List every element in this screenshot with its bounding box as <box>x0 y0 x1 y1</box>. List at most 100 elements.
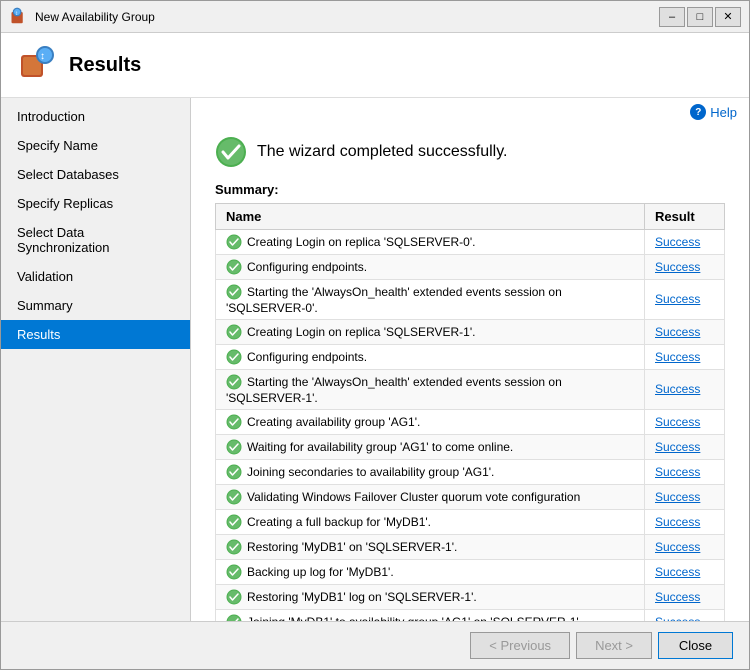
next-button[interactable]: Next > <box>576 632 652 659</box>
window-icon: ↕ <box>9 7 29 27</box>
row-result-cell[interactable]: Success <box>645 559 725 584</box>
row-result-cell[interactable]: Success <box>645 434 725 459</box>
row-result-cell[interactable]: Success <box>645 230 725 255</box>
row-name-cell: Joining 'MyDB1' to availability group 'A… <box>216 609 645 621</box>
row-result-link[interactable]: Success <box>655 565 700 579</box>
row-name-cell: Backing up log for 'MyDB1'. <box>216 559 645 584</box>
row-result-link[interactable]: Success <box>655 260 700 274</box>
row-success-icon <box>226 349 242 365</box>
sidebar-item-specify-name[interactable]: Specify Name <box>1 131 190 160</box>
sidebar-item-results[interactable]: Results <box>1 320 190 349</box>
col-result-header: Result <box>645 204 725 230</box>
row-result-link[interactable]: Success <box>655 415 700 429</box>
table-row: Creating Login on replica 'SQLSERVER-0'.… <box>216 230 725 255</box>
title-bar: ↕ New Availability Group – □ ✕ <box>1 1 749 33</box>
help-link[interactable]: ? Help <box>690 104 737 120</box>
sidebar-item-summary[interactable]: Summary <box>1 291 190 320</box>
window-title: New Availability Group <box>35 10 659 24</box>
row-result-link[interactable]: Success <box>655 235 700 249</box>
sidebar: IntroductionSpecify NameSelect Databases… <box>1 98 191 621</box>
help-icon: ? <box>690 104 706 120</box>
row-result-link[interactable]: Success <box>655 590 700 604</box>
row-success-icon <box>226 514 242 530</box>
table-row: Backing up log for 'MyDB1'. Success <box>216 559 725 584</box>
main-content: ? Help The wizard completed successfully… <box>191 98 749 621</box>
row-success-icon <box>226 284 242 300</box>
row-name-cell: Validating Windows Failover Cluster quor… <box>216 484 645 509</box>
table-row: Joining 'MyDB1' to availability group 'A… <box>216 609 725 621</box>
summary-label: Summary: <box>215 182 725 197</box>
row-name-cell: Creating a full backup for 'MyDB1'. <box>216 509 645 534</box>
sidebar-item-validation[interactable]: Validation <box>1 262 190 291</box>
success-icon <box>215 136 247 168</box>
row-result-cell[interactable]: Success <box>645 409 725 434</box>
row-success-icon <box>226 439 242 455</box>
row-result-link[interactable]: Success <box>655 440 700 454</box>
row-result-link[interactable]: Success <box>655 325 700 339</box>
row-name-cell: Restoring 'MyDB1' log on 'SQLSERVER-1'. <box>216 584 645 609</box>
row-name-cell: Creating availability group 'AG1'. <box>216 409 645 434</box>
row-result-cell[interactable]: Success <box>645 584 725 609</box>
row-result-cell[interactable]: Success <box>645 509 725 534</box>
table-row: Starting the 'AlwaysOn_health' extended … <box>216 369 725 409</box>
row-name-cell: Restoring 'MyDB1' on 'SQLSERVER-1'. <box>216 534 645 559</box>
table-header: Name Result <box>216 204 725 230</box>
row-result-cell[interactable]: Success <box>645 609 725 621</box>
row-name-cell: Waiting for availability group 'AG1' to … <box>216 434 645 459</box>
sidebar-item-select-data-sync[interactable]: Select Data Synchronization <box>1 218 190 262</box>
row-name-cell: Creating Login on replica 'SQLSERVER-1'. <box>216 319 645 344</box>
row-result-link[interactable]: Success <box>655 292 700 306</box>
table-row: Waiting for availability group 'AG1' to … <box>216 434 725 459</box>
row-success-icon <box>226 324 242 340</box>
previous-button[interactable]: < Previous <box>470 632 570 659</box>
row-result-cell[interactable]: Success <box>645 344 725 369</box>
content-area: IntroductionSpecify NameSelect Databases… <box>1 98 749 621</box>
header-icon: ↕ <box>17 45 57 85</box>
row-name-text: Creating Login on replica 'SQLSERVER-0'. <box>247 235 475 249</box>
window-controls: – □ ✕ <box>659 7 741 27</box>
row-name-text: Backing up log for 'MyDB1'. <box>247 565 394 579</box>
row-name-cell: Creating Login on replica 'SQLSERVER-0'. <box>216 230 645 255</box>
page-title: Results <box>69 54 141 77</box>
row-result-cell[interactable]: Success <box>645 534 725 559</box>
row-name-text: Creating a full backup for 'MyDB1'. <box>247 515 431 529</box>
table-row: Validating Windows Failover Cluster quor… <box>216 484 725 509</box>
row-result-link[interactable]: Success <box>655 350 700 364</box>
row-result-cell[interactable]: Success <box>645 319 725 344</box>
main-window: ↕ New Availability Group – □ ✕ ↕ Results… <box>0 0 750 670</box>
row-result-cell[interactable]: Success <box>645 255 725 280</box>
success-message: The wizard completed successfully. <box>257 143 507 161</box>
row-result-link[interactable]: Success <box>655 382 700 396</box>
row-result-link[interactable]: Success <box>655 540 700 554</box>
success-banner: The wizard completed successfully. <box>215 136 725 168</box>
sidebar-item-introduction[interactable]: Introduction <box>1 102 190 131</box>
row-result-cell[interactable]: Success <box>645 459 725 484</box>
row-name-text: Creating availability group 'AG1'. <box>247 415 420 429</box>
footer: < Previous Next > Close <box>1 621 749 669</box>
maximize-button[interactable]: □ <box>687 7 713 27</box>
row-result-link[interactable]: Success <box>655 465 700 479</box>
row-success-icon <box>226 234 242 250</box>
row-result-cell[interactable]: Success <box>645 484 725 509</box>
window-close-button[interactable]: ✕ <box>715 7 741 27</box>
row-result-link[interactable]: Success <box>655 490 700 504</box>
table-row: Starting the 'AlwaysOn_health' extended … <box>216 280 725 320</box>
row-name-text: Joining secondaries to availability grou… <box>247 465 494 479</box>
sidebar-item-select-databases[interactable]: Select Databases <box>1 160 190 189</box>
row-name-text: Restoring 'MyDB1' log on 'SQLSERVER-1'. <box>247 590 477 604</box>
row-name-cell: Joining secondaries to availability grou… <box>216 459 645 484</box>
row-result-cell[interactable]: Success <box>645 280 725 320</box>
table-row: Creating availability group 'AG1'. Succes… <box>216 409 725 434</box>
row-success-icon <box>226 374 242 390</box>
row-success-icon <box>226 489 242 505</box>
minimize-button[interactable]: – <box>659 7 685 27</box>
close-button[interactable]: Close <box>658 632 733 659</box>
header-bar: ↕ Results <box>1 33 749 98</box>
row-name-text: Configuring endpoints. <box>247 350 367 364</box>
row-success-icon <box>226 464 242 480</box>
row-result-cell[interactable]: Success <box>645 369 725 409</box>
row-result-link[interactable]: Success <box>655 515 700 529</box>
sidebar-item-specify-replicas[interactable]: Specify Replicas <box>1 189 190 218</box>
help-label: Help <box>710 105 737 120</box>
row-name-text: Configuring endpoints. <box>247 260 367 274</box>
